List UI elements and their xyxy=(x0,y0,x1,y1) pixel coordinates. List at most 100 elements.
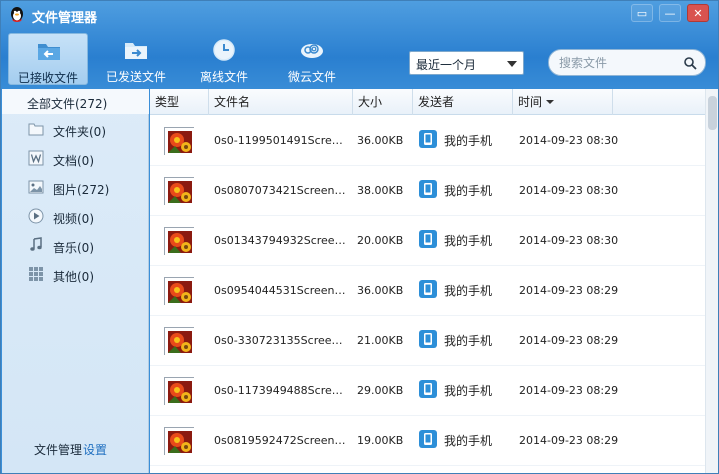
file-name: 0s0807073421Screensho... xyxy=(214,184,348,197)
column-time[interactable]: 时间 xyxy=(513,89,613,115)
image-file-icon xyxy=(164,127,195,156)
sidebar-item-label: 图片(272) xyxy=(53,183,110,197)
sidebar-item-music[interactable]: 音乐(0) xyxy=(2,233,149,260)
phone-icon xyxy=(419,280,437,298)
file-manager-label: 文件管理 xyxy=(34,443,83,457)
phone-icon xyxy=(419,380,437,398)
file-manager-window: 文件管理器 ▭ — ✕ 已接收文件 已发送文件 离线文件 微云文件 最近一个月 … xyxy=(0,0,719,474)
file-size: 19.00KB xyxy=(357,434,404,447)
tab-weiyun-label: 微云文件 xyxy=(287,70,336,84)
search-icon[interactable] xyxy=(683,56,697,70)
tab-received-files[interactable]: 已接收文件 xyxy=(8,33,88,85)
phone-icon xyxy=(419,130,437,148)
sidebar-item-label: 文档(0) xyxy=(53,154,94,168)
sort-desc-icon xyxy=(546,100,555,104)
tab-offline-files[interactable]: 离线文件 xyxy=(184,33,264,85)
tab-sent-label: 已发送文件 xyxy=(105,70,166,84)
vertical-scrollbar[interactable] xyxy=(705,89,718,473)
column-type[interactable]: 类型 xyxy=(150,89,209,115)
table-row[interactable]: 0s0954044531Screensho... 36.00KB 我的手机 2014-… xyxy=(150,266,705,316)
image-file-icon xyxy=(164,177,195,206)
scrollbar-thumb[interactable] xyxy=(708,96,717,130)
tab-received-label: 已接收文件 xyxy=(17,71,78,85)
file-list-panel: 类型 文件名 大小 发送者 时间 0s0-1199501491Screens..… xyxy=(150,89,718,473)
sidebar-item-images[interactable]: 图片(272) xyxy=(2,175,149,202)
phone-icon xyxy=(419,180,437,198)
table-row[interactable]: 0s0-1199501491Screens... 36.00KB 我的手机 2014-… xyxy=(150,116,705,166)
file-name: 0s0-1199501491Screens... xyxy=(214,134,348,147)
sidebar-item-label: 文件夹(0) xyxy=(53,125,106,139)
image-icon xyxy=(28,180,44,194)
skin-icon: ▭ xyxy=(636,7,648,20)
grid-icon xyxy=(29,267,43,281)
table-row[interactable]: 0s0-1173949488Screens... 29.00KB 我的手机 2014-… xyxy=(150,366,705,416)
column-name[interactable]: 文件名 xyxy=(209,89,353,115)
settings-link[interactable]: 设置 xyxy=(83,441,107,458)
sidebar-item-folders[interactable]: 文件夹(0) xyxy=(2,117,149,144)
table-row[interactable]: 0s01343794932Screensh... 20.00KB 我的手机 2014-… xyxy=(150,216,705,266)
file-sender: 我的手机 xyxy=(444,184,493,198)
window-title: 文件管理器 xyxy=(32,11,98,26)
file-sender: 我的手机 xyxy=(444,334,493,348)
search-box[interactable] xyxy=(548,49,706,76)
image-file-icon xyxy=(164,277,195,306)
clock-icon xyxy=(213,39,235,61)
file-size: 20.00KB xyxy=(357,234,404,247)
file-time: 2014-09-23 08:30 xyxy=(519,134,619,147)
minimize-icon: — xyxy=(664,7,676,20)
title-bar: 文件管理器 ▭ — ✕ xyxy=(1,1,718,29)
qq-penguin-icon xyxy=(11,7,23,22)
file-time: 2014-09-23 08:29 xyxy=(519,334,619,347)
column-size[interactable]: 大小 xyxy=(353,89,413,115)
file-time: 2014-09-23 08:30 xyxy=(519,184,619,197)
file-size: 29.00KB xyxy=(357,384,404,397)
table-header: 类型 文件名 大小 发送者 时间 xyxy=(150,89,705,115)
folder-icon xyxy=(28,123,44,136)
file-name: 0s0-1173949488Screens... xyxy=(214,384,348,397)
tab-offline-label: 离线文件 xyxy=(199,70,248,84)
phone-icon xyxy=(419,430,437,448)
sidebar-item-videos[interactable]: 视频(0) xyxy=(2,204,149,231)
image-file-icon xyxy=(164,327,195,356)
table-row[interactable]: 0s0819592472Screensho... 19.00KB 我的手机 2014-… xyxy=(150,416,705,466)
minimize-button[interactable]: — xyxy=(659,4,681,22)
search-input[interactable] xyxy=(559,55,679,71)
sidebar-item-documents[interactable]: 文档(0) xyxy=(2,146,149,173)
close-icon: ✕ xyxy=(693,7,703,20)
sidebar-item-others[interactable]: 其他(0) xyxy=(2,262,149,289)
cloud-icon xyxy=(301,44,323,58)
file-size: 36.00KB xyxy=(357,134,404,147)
sidebar: 全部文件(272) 文件夹(0) 文档(0) 图片(272) 视频(0) 音乐(… xyxy=(2,89,149,473)
skin-button[interactable]: ▭ xyxy=(631,4,653,22)
file-name: 0s0819592472Screensho... xyxy=(214,434,348,447)
table-row[interactable]: 0s0807073421Screensho... 38.00KB 我的手机 2014-… xyxy=(150,166,705,216)
file-size: 36.00KB xyxy=(357,284,404,297)
phone-icon xyxy=(419,230,437,248)
column-sender[interactable]: 发送者 xyxy=(413,89,513,115)
close-button[interactable]: ✕ xyxy=(687,4,709,22)
word-doc-icon xyxy=(28,150,44,166)
file-sender: 我的手机 xyxy=(444,284,493,298)
table-row[interactable]: 0s0-330723135Screensh... 21.00KB 我的手机 2014-… xyxy=(150,316,705,366)
sidebar-item-label: 全部文件(272) xyxy=(27,97,108,111)
file-name: 0s0-330723135Screensh... xyxy=(214,334,348,347)
sidebar-item-all-files[interactable]: 全部文件(272) xyxy=(2,89,149,114)
file-size: 38.00KB xyxy=(357,184,404,197)
sidebar-item-label: 音乐(0) xyxy=(53,241,94,255)
image-file-icon xyxy=(164,377,195,406)
music-note-icon xyxy=(30,237,42,251)
time-range-value: 最近一个月 xyxy=(416,58,477,72)
file-time: 2014-09-23 08:30 xyxy=(519,234,619,247)
file-time: 2014-09-23 08:29 xyxy=(519,384,619,397)
play-icon xyxy=(28,208,44,224)
file-time: 2014-09-23 08:29 xyxy=(519,284,619,297)
file-sender: 我的手机 xyxy=(444,434,493,448)
file-sender: 我的手机 xyxy=(444,384,493,398)
tab-weiyun-files[interactable]: 微云文件 xyxy=(272,33,352,85)
tab-sent-files[interactable]: 已发送文件 xyxy=(96,33,176,85)
sidebar-item-label: 视频(0) xyxy=(53,212,94,226)
sidebar-footer: 文件管理 设置 xyxy=(2,441,149,463)
folder-send-icon xyxy=(125,43,147,59)
file-sender: 我的手机 xyxy=(444,234,493,248)
time-range-select[interactable]: 最近一个月 xyxy=(409,51,524,75)
